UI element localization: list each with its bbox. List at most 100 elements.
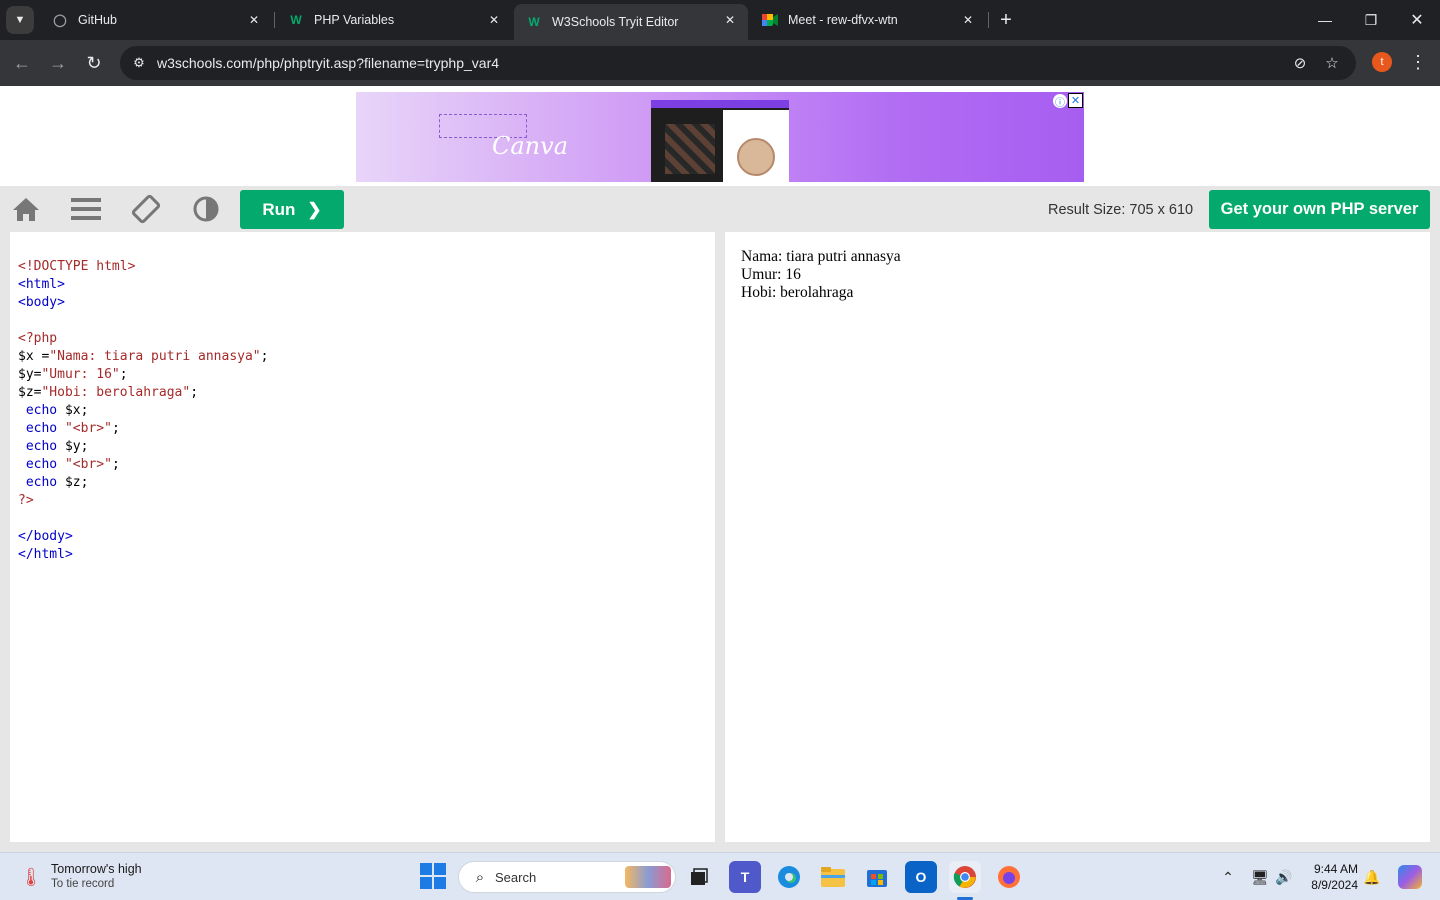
close-icon[interactable]: ✕ — [722, 12, 738, 28]
ad-info-icon[interactable]: ⓘ — [1053, 94, 1067, 109]
thermometer-icon[interactable]: 🌡 — [20, 865, 43, 889]
contrast-toggle-icon[interactable] — [190, 193, 222, 225]
result-size-label: Result Size: 705 x 610 — [1048, 202, 1194, 218]
url-text[interactable]: w3schools.com/php/phptryit.asp?filename=… — [157, 55, 499, 71]
restore-button[interactable]: ❐ — [1348, 0, 1394, 40]
clock-date[interactable]: 8/9/2024 — [1300, 878, 1358, 892]
tab-w3schools-tryit-editor[interactable]: W W3Schools Tryit Editor ✕ — [514, 4, 748, 40]
address-bar[interactable]: ⚙ w3schools.com/php/phptryit.asp?filenam… — [120, 46, 1356, 80]
browser-menu-icon[interactable]: ⋮ — [1408, 51, 1428, 73]
reload-button[interactable]: ↻ — [80, 49, 108, 77]
forward-button[interactable]: → — [44, 49, 72, 77]
minimize-button[interactable]: — — [1302, 0, 1348, 40]
code-token: ; — [111, 457, 120, 472]
start-button[interactable] — [420, 863, 446, 889]
code-editor[interactable]: <!DOCTYPE html> <html> <body> <?php $x ="Na… — [10, 232, 715, 842]
code-keyword: echo — [25, 403, 58, 418]
taskbar-search[interactable]: ⌕ Search — [458, 861, 676, 893]
menu-icon[interactable] — [70, 193, 102, 225]
tab-search-button[interactable]: ▼ — [6, 6, 34, 34]
tab-php-variables[interactable]: W PHP Variables ✕ — [276, 4, 512, 36]
canva-ad[interactable]: Canva ⓘ ✕ — [356, 92, 1084, 182]
new-tab-button[interactable]: + — [994, 8, 1018, 32]
microsoft-store-icon[interactable] — [861, 861, 893, 893]
code-token: echo — [18, 457, 65, 472]
chrome-icon[interactable] — [949, 861, 981, 893]
volume-icon[interactable]: 🔊 — [1274, 867, 1294, 887]
bookmark-star-icon[interactable]: ☆ — [1322, 53, 1342, 73]
code-line: $z="Hobi: berolahraga"; — [18, 384, 268, 402]
edge-icon[interactable] — [773, 861, 805, 893]
tab-title: W3Schools Tryit Editor — [552, 15, 679, 29]
profile-avatar[interactable]: t — [1372, 52, 1392, 72]
result-line: Umur: 16 — [741, 266, 801, 283]
code-keyword: echo — [25, 457, 58, 472]
home-icon[interactable] — [10, 193, 42, 225]
get-php-server-button[interactable]: Get your own PHP server — [1209, 190, 1430, 229]
firefox-icon[interactable] — [993, 861, 1025, 893]
weather-subtitle[interactable]: To tie record — [51, 878, 114, 890]
clock-time[interactable]: 9:44 AM — [1310, 862, 1358, 876]
ad-screenshot-header — [651, 100, 789, 108]
code-token: $y= — [18, 367, 42, 382]
site-info-icon[interactable]: ⚙ — [130, 54, 148, 72]
code-line: <html> — [18, 277, 65, 292]
code-token: ; — [111, 421, 120, 436]
code-string: "<br>" — [64, 457, 112, 472]
ad-screenshot-items — [665, 124, 715, 174]
rotate-layout-icon[interactable] — [130, 193, 162, 225]
google-meet-icon — [762, 12, 778, 28]
code-line: echo "<br>"; — [18, 456, 268, 474]
result-frame: Nama: tiara putri annasya Umur: 16 Hobi:… — [725, 232, 1430, 842]
cast-off-icon[interactable]: ⊘ — [1290, 53, 1310, 73]
task-view-icon[interactable] — [683, 861, 715, 893]
w3schools-icon: W — [290, 13, 302, 27]
code-string: "Hobi: berolahraga" — [41, 385, 191, 400]
code-string: "Umur: 16" — [41, 367, 120, 382]
network-icon[interactable]: 🖥 — [1250, 867, 1270, 887]
page-content: Canva ⓘ ✕ Run ❯ Result Size: 705 x 610 G… — [0, 86, 1440, 852]
outlook-icon[interactable]: O — [905, 861, 937, 893]
teams-icon[interactable]: T — [729, 861, 761, 893]
tab-title: GitHub — [78, 13, 117, 27]
close-icon[interactable]: ✕ — [246, 12, 262, 28]
run-button[interactable]: Run ❯ — [240, 190, 344, 229]
notification-bell-icon[interactable]: 🔔 — [1362, 867, 1382, 887]
tab-github[interactable]: ◯ GitHub ✕ — [40, 4, 272, 36]
browser-toolbar: ← → ↻ ⚙ w3schools.com/php/phptryit.asp?f… — [0, 40, 1440, 86]
browser-tab-strip: ▼ ◯ GitHub ✕ W PHP Variables ✕ W W3Schoo… — [0, 0, 1440, 40]
windows-logo-tile — [420, 877, 432, 889]
code-token: ; — [260, 349, 269, 364]
search-label: Search — [495, 870, 537, 885]
tab-title: PHP Variables — [314, 13, 395, 27]
code-line: echo $x; — [25, 403, 89, 418]
copilot-icon[interactable] — [1398, 865, 1422, 889]
code-token: echo — [18, 421, 65, 436]
back-button[interactable]: ← — [8, 49, 36, 77]
chevron-right-icon: ❯ — [307, 199, 322, 219]
code-string: "<br>" — [64, 421, 112, 436]
tab-google-meet[interactable]: Meet - rew-dfvx-wtn ✕ — [750, 4, 986, 36]
windows-logo-tile — [434, 863, 446, 875]
w3schools-icon: W — [528, 15, 540, 29]
code-line: echo $z; — [25, 475, 89, 490]
result-output: Nama: tiara putri annasya Umur: 16 Hobi:… — [741, 248, 901, 302]
code-line: echo $y; — [25, 439, 89, 454]
chevron-up-icon[interactable]: ⌃ — [1218, 867, 1238, 887]
ad-close-icon[interactable]: ✕ — [1068, 93, 1083, 108]
close-icon[interactable]: ✕ — [960, 12, 976, 28]
code-line: <!DOCTYPE html> — [18, 259, 136, 274]
code-text[interactable]: <!DOCTYPE html> <html> <body> <?php $x ="Na… — [18, 240, 268, 600]
window-close-button[interactable]: ✕ — [1394, 0, 1440, 40]
code-keyword: echo — [25, 439, 58, 454]
file-explorer-icon[interactable] — [817, 861, 849, 893]
search-highlight-image — [625, 866, 671, 888]
windows-logo-tile — [420, 863, 432, 875]
code-keyword: echo — [25, 475, 58, 490]
close-icon[interactable]: ✕ — [486, 12, 502, 28]
code-line: $x ="Nama: tiara putri annasya"; — [18, 348, 268, 366]
weather-title[interactable]: Tomorrow's high — [51, 862, 142, 876]
windows-taskbar: 🌡 Tomorrow's high To tie record ⌕ Search… — [0, 852, 1440, 900]
